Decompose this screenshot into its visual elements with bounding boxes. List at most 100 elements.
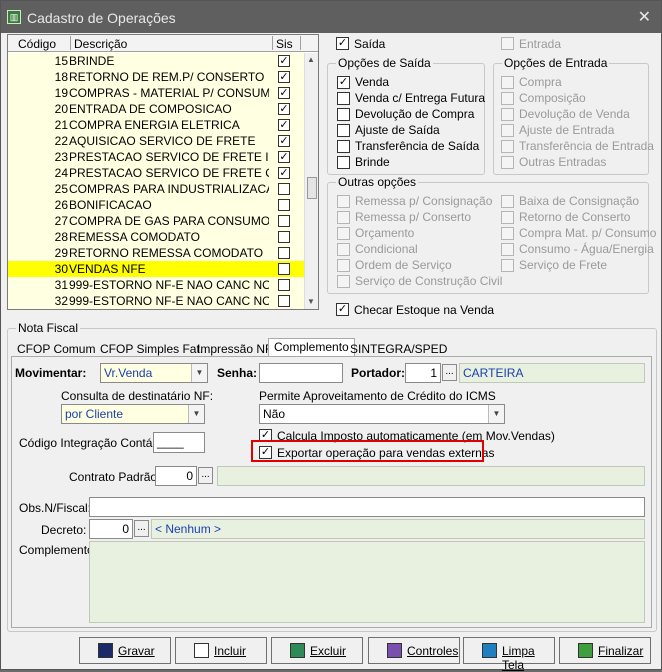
opcao-entrada-checkbox [501,76,514,89]
list-item[interactable]: 19 COMPRAS - MATERIAL P/ CONSUMO ✓ [8,85,304,101]
contrato-lookup-button[interactable]: ... [198,467,213,484]
opcao-saida-checkbox[interactable] [337,156,350,169]
excluir-button[interactable]: Excluir [271,637,363,664]
list-item[interactable]: 28 REMESSA COMODATO [8,229,304,245]
codigo-integracao-input[interactable]: ____ [153,432,205,453]
chevron-down-icon[interactable]: ▼ [191,364,207,382]
controls-icon [387,643,402,658]
list-item-sis-checkbox[interactable] [278,247,290,259]
consulta-destinatario-select[interactable]: por Cliente [61,404,205,424]
list-item[interactable]: 23 PRESTACAO SERVICO DE FRETE IND. ✓ [8,149,304,165]
list-item[interactable]: 27 COMPRA DE GAS PARA CONSUMO [8,213,304,229]
opcao-saida-checkbox[interactable] [337,108,350,121]
controles-button[interactable]: Controles [368,637,460,664]
obs-nfiscal-input[interactable] [89,497,645,517]
outra-opcao-checkbox [337,243,350,256]
codigo-integracao-label: Código Integração Contábil: [19,436,168,450]
list-item-sis-checkbox[interactable]: ✓ [278,103,290,115]
list-item-sis-checkbox[interactable] [278,183,290,195]
list-item-sis-checkbox[interactable]: ✓ [278,71,290,83]
chevron-down-icon[interactable]: ▼ [188,405,204,423]
credito-icms-select[interactable]: Não [259,404,505,424]
opcao-saida-label: Devolução de Compra [355,107,475,121]
list-item-sis-checkbox[interactable]: ✓ [278,87,290,99]
list-scrollbar[interactable]: ▲ ▼ [304,53,318,309]
list-item-sis-checkbox[interactable] [278,295,290,307]
list-item[interactable]: 24PRESTACAO SERVICO DE FRETE COM ✓ [8,165,304,181]
saida-checkbox[interactable]: ✓ [336,37,349,50]
list-item[interactable]: 32999-ESTORNO NF-E NAO CANC NO PRA [8,293,304,309]
outra-opcao-checkbox [501,227,514,240]
opcao-saida-checkbox[interactable] [337,140,350,153]
limpa-tela-button[interactable]: Limpa Tela [463,637,555,672]
list-item-description: VENDAS NFE [69,262,146,276]
incluir-button[interactable]: Incluir [175,637,267,664]
scroll-down-icon[interactable]: ▼ [307,297,315,306]
outra-opcao-label: Baixa de Consignação [519,194,640,208]
tab-sintegra-sped[interactable]: SINTEGRA/SPED [350,342,447,356]
portador-code-input[interactable]: 1 [405,363,441,383]
list-item[interactable]: 25 COMPRAS PARA INDUSTRIALIZACAO [8,181,304,197]
header-sis[interactable]: Sis [276,37,293,51]
button-label: Incluir [214,644,247,658]
outra-opcao-label: Serviço de Construção Civil [355,274,503,288]
decreto-lookup-button[interactable]: ... [134,520,149,537]
list-item-description: 999-ESTORNO NF-E NAO CANC NO PRA [69,278,269,292]
list-item-code: 27 [54,214,68,228]
list-item-sis-checkbox[interactable]: ✓ [278,135,290,147]
operations-list[interactable]: Código Descrição Sis 15 BRINDE ✓ 18 RETORNO … [7,34,319,310]
tab-impressao-nf[interactable]: Impressão NF [197,342,272,356]
list-item[interactable]: 29 RETORNO REMESSA COMODATO [8,245,304,261]
opcoes-saida-title: Opções de Saída [336,56,433,70]
chevron-down-icon[interactable]: ▼ [488,405,504,423]
opcao-saida-checkbox[interactable]: ✓ [337,76,350,89]
tab-cfop-comum[interactable]: CFOP Comum [17,342,95,356]
tab-cfop-simples[interactable]: CFOP Simples Fat. [100,342,203,356]
finalizar-button[interactable]: Finalizar [559,637,651,664]
button-label: Excluir [310,644,347,658]
opcao-saida-checkbox[interactable] [337,92,350,105]
header-descricao[interactable]: Descrição [74,37,127,51]
decreto-input[interactable]: 0 [89,519,133,539]
checar-estoque-label: Checar Estoque na Venda [354,303,495,317]
decreto-label: Decreto: [41,523,87,537]
list-item[interactable]: 31999-ESTORNO NF-E NAO CANC NO PRA [8,277,304,293]
recycle-bin-icon [290,643,305,658]
list-item-sis-checkbox[interactable]: ✓ [278,151,290,163]
list-item-sis-checkbox[interactable]: ✓ [278,119,290,131]
contrato-padrao-input[interactable]: 0 [155,466,197,486]
senha-input[interactable] [259,363,343,383]
list-item-sis-checkbox[interactable]: ✓ [278,167,290,179]
complemento-textarea[interactable] [89,541,645,623]
list-item-sis-checkbox[interactable]: ✓ [278,55,290,67]
list-item-code: 20 [54,102,68,116]
list-item[interactable]: 15 BRINDE ✓ [8,53,304,69]
list-item-sis-checkbox[interactable] [278,231,290,243]
list-item[interactable]: 18 RETORNO DE REM.P/ CONSERTO ✓ [8,69,304,85]
outra-opcao-checkbox [337,227,350,240]
list-item[interactable]: 26 BONIFICACAO [8,197,304,213]
list-item-sis-checkbox[interactable] [278,279,290,291]
outra-opcao-checkbox [501,259,514,272]
title-bar: ▥ Cadastro de Operações ✕ [1,1,661,33]
list-item[interactable]: 22 AQUISICAO SERVICO DE FRETE ✓ [8,133,304,149]
list-item-sis-checkbox[interactable] [278,215,290,227]
list-item-sis-checkbox[interactable] [278,199,290,211]
opcao-entrada-label: Composição [519,91,586,105]
scroll-up-icon[interactable]: ▲ [307,55,315,64]
contrato-name-field [217,466,645,486]
button-label: Controles [407,644,459,658]
opcao-saida-checkbox[interactable] [337,124,350,137]
list-item-sis-checkbox[interactable] [278,263,290,275]
gravar-button[interactable]: Gravar [79,637,171,664]
list-item[interactable]: 21 COMPRA ENERGIA ELETRICA ✓ [8,117,304,133]
list-item[interactable]: 20 ENTRADA DE COMPOSICAO ✓ [8,101,304,117]
list-item[interactable]: 30 VENDAS NFE [8,261,304,277]
checar-estoque-checkbox[interactable]: ✓ [336,303,349,316]
outra-opcao-label: Consumo - Água/Energia [519,242,654,256]
close-icon[interactable]: ✕ [638,7,651,27]
header-codigo[interactable]: Código [18,37,56,51]
portador-lookup-button[interactable]: ... [442,364,457,381]
scroll-thumb[interactable] [307,177,317,199]
tab-complemento[interactable]: Complemento [268,338,355,357]
